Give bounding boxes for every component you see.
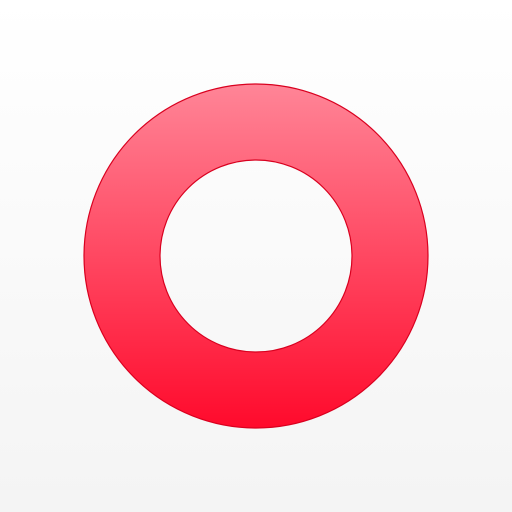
ring-shape — [83, 83, 429, 429]
app-icon-canvas — [0, 0, 512, 512]
ring-icon — [83, 83, 429, 429]
